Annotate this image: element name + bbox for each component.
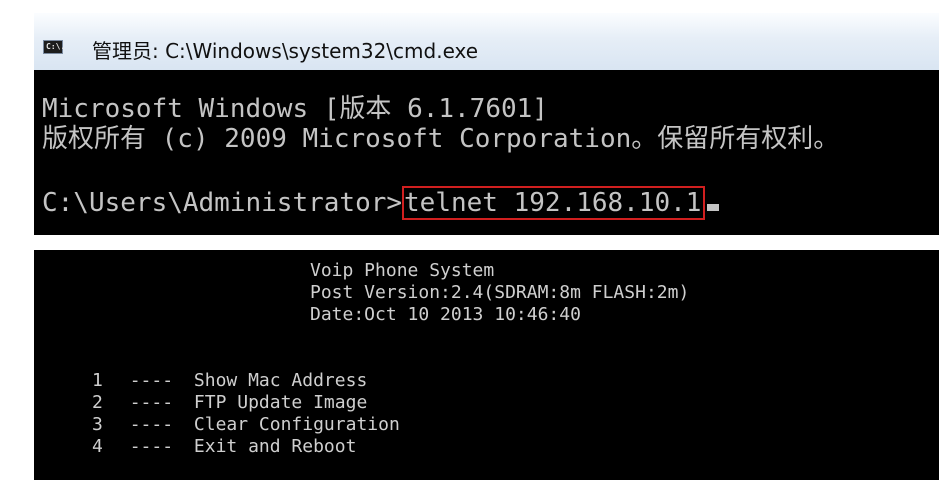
copyright-line: 版权所有 (c) 2009 Microsoft Corporation。保留所有… xyxy=(42,124,840,154)
cmd-console[interactable]: Microsoft Windows [版本 6.1.7601] 版权所有 (c)… xyxy=(34,70,939,235)
menu-number: 1 xyxy=(92,370,103,391)
menu-item-exit-reboot[interactable]: 4 ---- Exit and Reboot xyxy=(92,436,356,458)
header-system: Voip Phone System xyxy=(310,260,495,281)
cmd-window: C:\. 管理员: C:\Windows\system32\cmd.exe Mi… xyxy=(34,13,939,235)
menu-item-show-mac[interactable]: 1 ---- Show Mac Address xyxy=(92,370,367,392)
window-title: 管理员: C:\Windows\system32\cmd.exe xyxy=(92,39,479,63)
menu-number: 3 xyxy=(92,414,103,435)
menu-separator: ---- xyxy=(129,414,174,435)
header-version: Post Version:2.4(SDRAM:8m FLASH:2m) xyxy=(310,282,690,303)
menu-number: 2 xyxy=(92,392,103,413)
menu-item-ftp-update[interactable]: 2 ---- FTP Update Image xyxy=(92,392,367,414)
version-line: Microsoft Windows [版本 6.1.7601] xyxy=(42,94,548,124)
menu-separator: ---- xyxy=(129,392,174,413)
telnet-command-highlight: telnet 192.168.10.1 xyxy=(402,186,706,220)
menu-separator: ---- xyxy=(129,370,174,391)
menu-label: FTP Update Image xyxy=(193,392,368,413)
menu-label: Clear Configuration xyxy=(193,414,400,435)
menu-label: Show Mac Address xyxy=(193,370,368,391)
cmd-icon[interactable]: C:\. xyxy=(43,40,66,54)
prompt-path: C:\Users\Administrator> xyxy=(42,188,403,218)
menu-separator: ---- xyxy=(129,436,174,457)
cursor xyxy=(707,204,720,211)
menu-number: 4 xyxy=(92,436,103,457)
menu-item-clear-config[interactable]: 3 ---- Clear Configuration xyxy=(92,414,400,436)
title-bar[interactable]: C:\. 管理员: C:\Windows\system32\cmd.exe xyxy=(34,13,939,70)
header-date: Date:Oct 10 2013 10:46:40 xyxy=(310,304,581,325)
cmd-icon-text: C:\. xyxy=(46,42,66,51)
telnet-console[interactable]: Voip Phone System Post Version:2.4(SDRAM… xyxy=(34,250,939,480)
menu-label: Exit and Reboot xyxy=(193,436,357,457)
telnet-command: telnet 192.168.10.1 xyxy=(404,188,702,218)
prompt-line: C:\Users\Administrator>telnet 192.168.10… xyxy=(42,186,720,220)
